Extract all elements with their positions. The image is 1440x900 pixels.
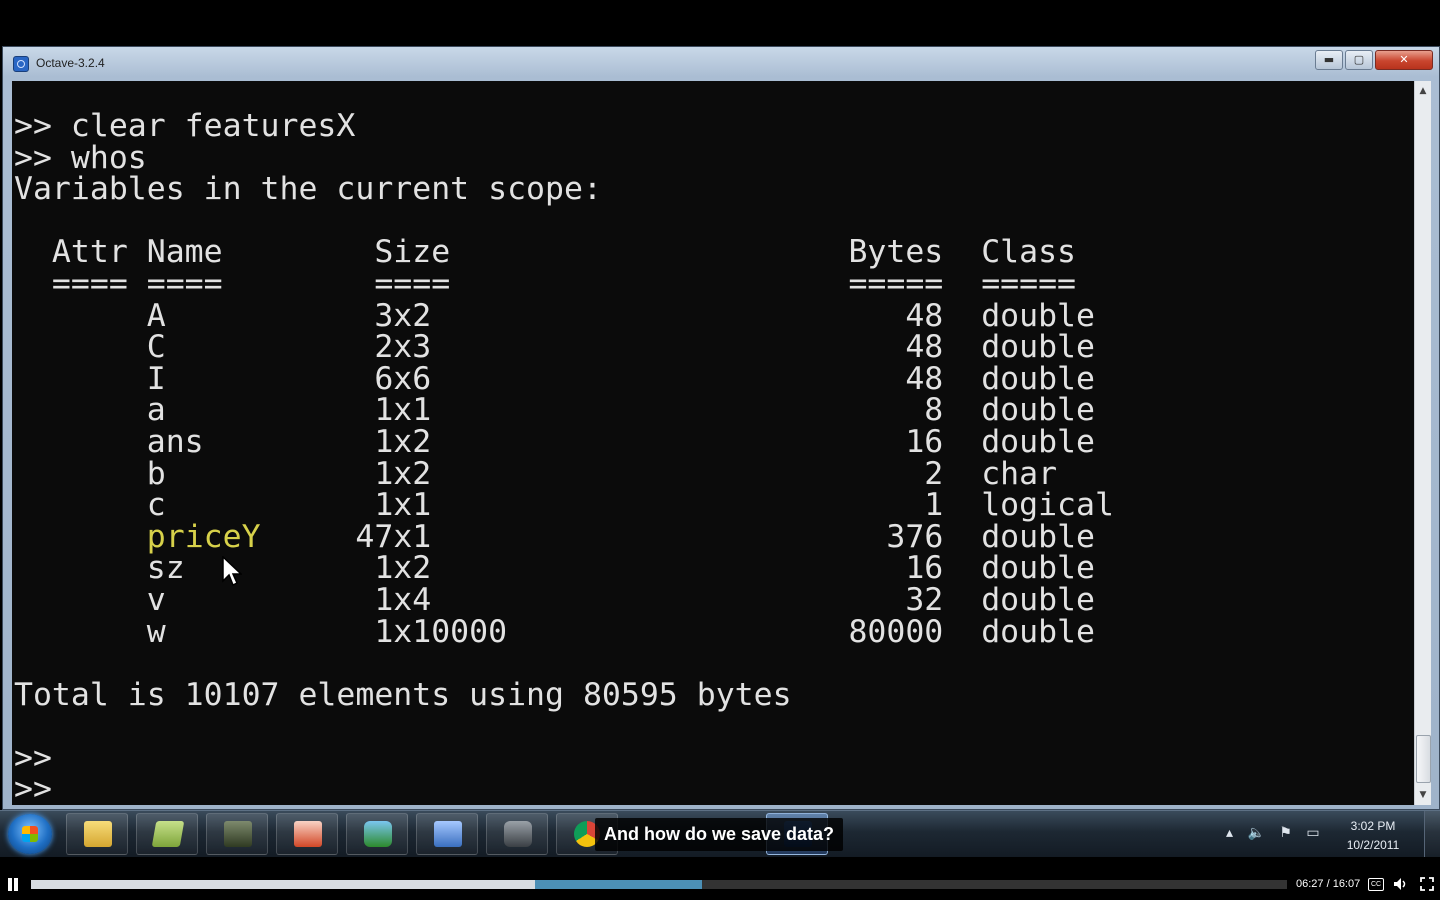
pause-icon[interactable] — [7, 878, 19, 891]
window-title: Octave-3.2.4 — [36, 56, 105, 70]
flag-icon[interactable]: ⚑ — [1279, 825, 1292, 841]
console-line: I 6x6 48 double — [14, 360, 1095, 397]
taskbar-explorer-button[interactable] — [66, 813, 128, 855]
remote-desktop-icon — [434, 821, 462, 847]
progress-played — [31, 880, 535, 889]
camera-icon — [504, 821, 532, 847]
taskbar-remote-desktop-button[interactable] — [416, 813, 478, 855]
mouse-pointer-icon — [222, 556, 242, 587]
scrollbar-thumb[interactable] — [1416, 735, 1431, 783]
console-line: >> — [14, 771, 52, 805]
console-text: >> clear featuresX >> whos Variables in th… — [14, 108, 1114, 805]
console-line: Attr Name Size Bytes Class — [14, 234, 1077, 271]
time-readout: 06:27 / 16:07 — [1296, 878, 1361, 890]
console-line: Variables in the current scope: — [14, 171, 602, 208]
minimize-button[interactable]: ▬ — [1315, 50, 1343, 70]
photo-icon — [224, 821, 252, 847]
chevron-up-icon[interactable]: ▴ — [1226, 825, 1233, 841]
system-tray: ▴ 🔈 ⚑ ▭ — [1226, 825, 1330, 841]
network-icon[interactable]: ▭ — [1306, 825, 1319, 841]
notes-icon — [151, 821, 185, 847]
console-line: >> — [14, 739, 52, 776]
taskbar-network-button[interactable] — [346, 813, 408, 855]
console-line: A 3x2 48 double — [14, 297, 1095, 334]
highlighted-variable: priceY — [146, 518, 261, 555]
speaker-icon[interactable]: 🔈 — [1247, 825, 1264, 841]
console-line: C 2x3 48 double — [14, 329, 1095, 366]
closed-captions-button[interactable]: CC — [1368, 878, 1384, 891]
console-output[interactable]: >> clear featuresX >> whos Variables in th… — [12, 81, 1414, 805]
vertical-scrollbar[interactable]: ▲ ▼ — [1414, 81, 1431, 805]
network-tool-icon — [364, 821, 392, 847]
console-line: >> whos — [14, 139, 147, 176]
console-line: w 1x10000 80000 double — [14, 613, 1095, 650]
video-player-controls: 06:27 / 16:07 CC — [0, 868, 1440, 900]
clock-date: 10/2/2011 — [1346, 838, 1400, 852]
taskbar-gallery-button[interactable] — [206, 813, 268, 855]
console-line: v 1x4 32 double — [14, 581, 1095, 618]
console-line: ==== ==== ==== ===== ===== — [14, 265, 1077, 302]
console-line: priceY 47x1 376 double — [146, 518, 1096, 555]
octave-window: Octave-3.2.4 ▬ ▢ ✕ >> clear featuresX >> … — [2, 46, 1440, 810]
taskbar-camera-button[interactable] — [486, 813, 548, 855]
scroll-down-icon[interactable]: ▼ — [1415, 787, 1431, 803]
video-caption: And how do we save data? — [595, 818, 844, 851]
fullscreen-icon[interactable] — [1420, 877, 1434, 891]
folder-icon — [84, 821, 112, 847]
console-line: a 1x1 8 double — [14, 392, 1095, 429]
maximize-button[interactable]: ▢ — [1345, 50, 1373, 70]
taskbar-powerpoint-button[interactable] — [276, 813, 338, 855]
console-line: ans 1x2 16 double — [14, 423, 1095, 460]
progress-bar[interactable] — [31, 880, 1287, 889]
close-button[interactable]: ✕ — [1375, 50, 1433, 70]
console-line: sz 1x2 16 double — [14, 550, 1095, 587]
volume-icon[interactable] — [1393, 877, 1409, 891]
start-button[interactable] — [8, 814, 52, 854]
octave-app-icon — [13, 56, 29, 72]
show-desktop-button[interactable] — [1424, 811, 1440, 857]
taskbar-notes-button[interactable] — [136, 813, 198, 855]
scroll-up-icon[interactable]: ▲ — [1415, 83, 1431, 99]
powerpoint-icon — [294, 821, 322, 847]
system-clock[interactable]: 3:02 PM 10/2/2011 — [1336, 817, 1410, 855]
clock-time: 3:02 PM — [1350, 819, 1396, 833]
console-line: >> clear featuresX — [14, 108, 356, 144]
window-titlebar[interactable]: Octave-3.2.4 ▬ ▢ ✕ — [3, 47, 1439, 81]
console-line: Total is 10107 elements using 80595 byte… — [14, 676, 792, 713]
console-line: b 1x2 2 char — [14, 455, 1058, 492]
console-line: c 1x1 1 logical — [14, 487, 1114, 524]
